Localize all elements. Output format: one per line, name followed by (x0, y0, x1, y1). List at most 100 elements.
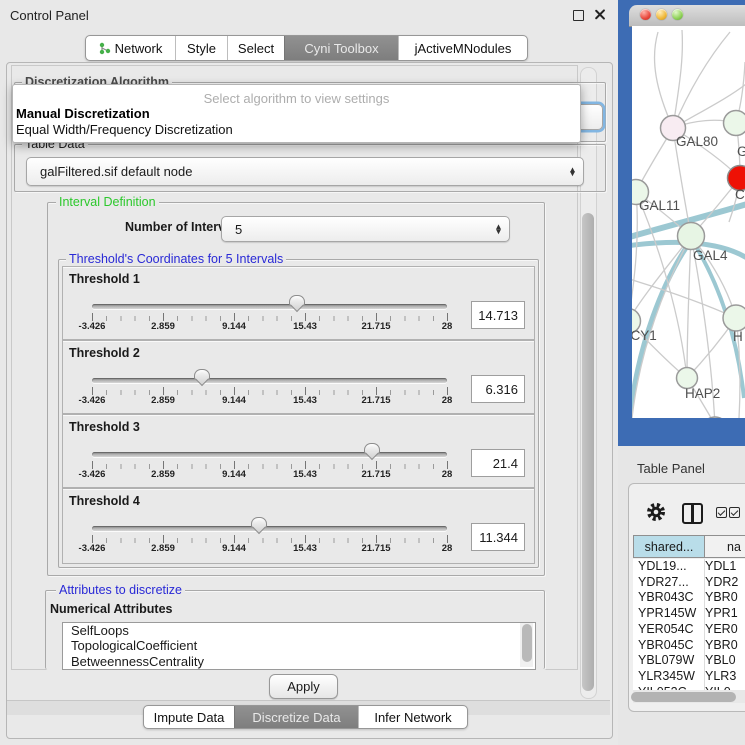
threshold-4-value-field[interactable]: 11.344 (471, 523, 525, 551)
threshold-2-slider-thumb[interactable] (194, 369, 210, 379)
threshold-1-slider-thumb[interactable] (289, 295, 305, 305)
cell-shared-name: YBL079W (638, 653, 694, 669)
checkbox-icon[interactable] (716, 507, 727, 518)
node-label-hap2: HAP2 (685, 386, 720, 401)
node-bottom-partial[interactable] (702, 417, 728, 418)
numerical-attributes-list[interactable]: SelfLoops TopologicalCoefficient Between… (62, 622, 536, 670)
cell-name: YLR3 (705, 669, 736, 685)
numerical-attributes-label: Numerical Attributes (48, 602, 174, 616)
column-header-shared[interactable]: shared... (633, 535, 705, 558)
tab-network-label: Network (115, 41, 163, 56)
tab-style[interactable]: Style (175, 36, 227, 60)
node-gal4[interactable] (678, 223, 705, 250)
scale-tick-label: 9.144 (222, 543, 246, 554)
scale-tick-label: 28 (442, 469, 453, 480)
network-icon (99, 42, 111, 55)
tab-impute-data[interactable]: Impute Data (144, 706, 234, 728)
cell-shared-name: YBR043C (638, 590, 694, 606)
scale-tick-label: -3.426 (79, 395, 106, 406)
cell-shared-name: YDR27... (638, 575, 689, 591)
node-h[interactable] (723, 305, 745, 331)
table-row[interactable]: YPR145WYPR1 (633, 606, 745, 622)
tab-jactivemnodules[interactable]: jActiveMNodules (398, 36, 527, 60)
table-row[interactable]: YBR045CYBR0 (633, 638, 745, 654)
table-data-combo[interactable]: galFiltered.sif default node ▲▼ (26, 157, 584, 186)
tab-cyni-toolbox[interactable]: Cyni Toolbox (284, 36, 398, 60)
threshold-3-slider-thumb[interactable] (364, 443, 380, 453)
threshold-2-slider-track[interactable] (92, 378, 447, 383)
threshold-3-value-field[interactable]: 21.4 (471, 449, 525, 477)
table-row[interactable]: YBR043CYBR0 (633, 590, 745, 606)
threshold-4-slider-thumb[interactable] (251, 517, 267, 527)
network-canvas[interactable]: GAL80 GA C GAL11 GAL4 GCY1 H HAP2 (632, 26, 745, 418)
scale-tick-label: 2.859 (151, 469, 175, 480)
threshold-4-slider-track[interactable] (92, 526, 447, 531)
table-hscrollbar-thumb[interactable] (631, 692, 736, 702)
threshold-2-value-field[interactable]: 6.316 (471, 375, 525, 403)
cell-name: YDR2 (705, 575, 738, 591)
vertical-scrollbar-thumb[interactable] (582, 213, 594, 691)
tab-select[interactable]: Select (227, 36, 284, 60)
threshold-1-value-field[interactable]: 14.713 (471, 301, 525, 329)
cell-shared-name: YLR345W (638, 669, 695, 685)
attributes-scrollbar-thumb[interactable] (522, 624, 532, 662)
algorithm-option-equal-width[interactable]: Equal Width/Frequency Discretization (16, 122, 233, 137)
scale-tick-label: 28 (442, 543, 453, 554)
network-graph (632, 26, 745, 418)
node-label-gal4: GAL4 (693, 248, 728, 263)
scale-tick-label: 15.43 (293, 395, 317, 406)
tab-discretize-data[interactable]: Discretize Data (234, 706, 358, 728)
number-of-intervals-value: 5 (235, 222, 242, 237)
algorithm-dropdown-popup: Select algorithm to view settings Manual… (12, 84, 581, 143)
threshold-4-label: Threshold 4 (69, 494, 140, 508)
number-of-intervals-combo[interactable]: 5 ▲▼ (221, 216, 510, 242)
tab-infer-network[interactable]: Infer Network (358, 706, 467, 728)
thresholds-group-title: Threshold's Coordinates for 5 Intervals (66, 252, 286, 266)
scale-tick-label: 2.859 (151, 321, 175, 332)
apply-button[interactable]: Apply (269, 674, 338, 699)
node-top-right[interactable] (724, 111, 745, 136)
close-icon[interactable] (593, 8, 606, 21)
table-column-divider (704, 559, 705, 690)
tab-network[interactable]: Network (86, 36, 175, 60)
float-window-icon[interactable] (573, 10, 584, 21)
threshold-3-slider-track[interactable] (92, 452, 447, 457)
table-row[interactable]: YLR345W YLR3 (633, 669, 745, 685)
columns-icon[interactable] (682, 503, 703, 524)
attribute-item[interactable]: BetweennessCentrality (63, 654, 535, 669)
table-data-combo-value: galFiltered.sif default node (40, 164, 192, 179)
table-row[interactable]: YDR27... YDR2 (633, 575, 745, 591)
node-table[interactable]: YDL19...YDL1 YDR27... YDR2 YBR043CYBR0 YP… (633, 559, 745, 690)
interval-definition-group-title: Interval Definition (56, 195, 159, 209)
threshold-1-panel: Threshold 1 -3.426 2.859 9.144 15.43 21.… (62, 266, 535, 340)
scale-tick-label: 21.715 (361, 395, 390, 406)
gear-icon[interactable] (646, 502, 666, 527)
combo-arrows-icon: ▲▼ (496, 224, 501, 233)
cell-shared-name: YBR045C (638, 638, 694, 654)
column-header-name[interactable]: na (704, 535, 745, 558)
attribute-item[interactable]: TopologicalCoefficient (63, 638, 535, 653)
window-close-button[interactable] (640, 9, 651, 20)
threshold-3-label: Threshold 3 (69, 420, 140, 434)
algorithm-option-manual[interactable]: Manual Discretization (16, 106, 150, 121)
window-zoom-button[interactable] (672, 9, 683, 20)
attribute-item[interactable]: SelfLoops (63, 623, 535, 638)
checkbox-icon[interactable] (729, 507, 740, 518)
threshold-3-slider-ticks (92, 461, 448, 469)
threshold-2-slider-ticks (92, 387, 448, 395)
table-panel-title: Table Panel (637, 461, 705, 476)
scale-tick-label: 15.43 (293, 469, 317, 480)
scale-tick-label: -3.426 (79, 469, 106, 480)
scale-tick-label: 21.715 (361, 543, 390, 554)
threshold-1-slider-ticks (92, 313, 448, 321)
control-panel-tabs: Network Style Select Cyni Toolbox jActiv… (85, 35, 528, 61)
table-row[interactable]: YBL079WYBL0 (633, 653, 745, 669)
table-row[interactable]: YER054CYER0 (633, 622, 745, 638)
window-minimize-button[interactable] (656, 9, 667, 20)
algorithm-placeholder: Select algorithm to view settings (13, 91, 580, 106)
threshold-4-panel: Threshold 4 -3.426 2.859 9.144 15.43 21.… (62, 488, 535, 564)
scale-tick-label: -3.426 (79, 543, 106, 554)
threshold-1-slider-track[interactable] (92, 304, 447, 309)
scale-tick-label: 21.715 (361, 469, 390, 480)
table-row[interactable]: YDL19...YDL1 (633, 559, 745, 575)
